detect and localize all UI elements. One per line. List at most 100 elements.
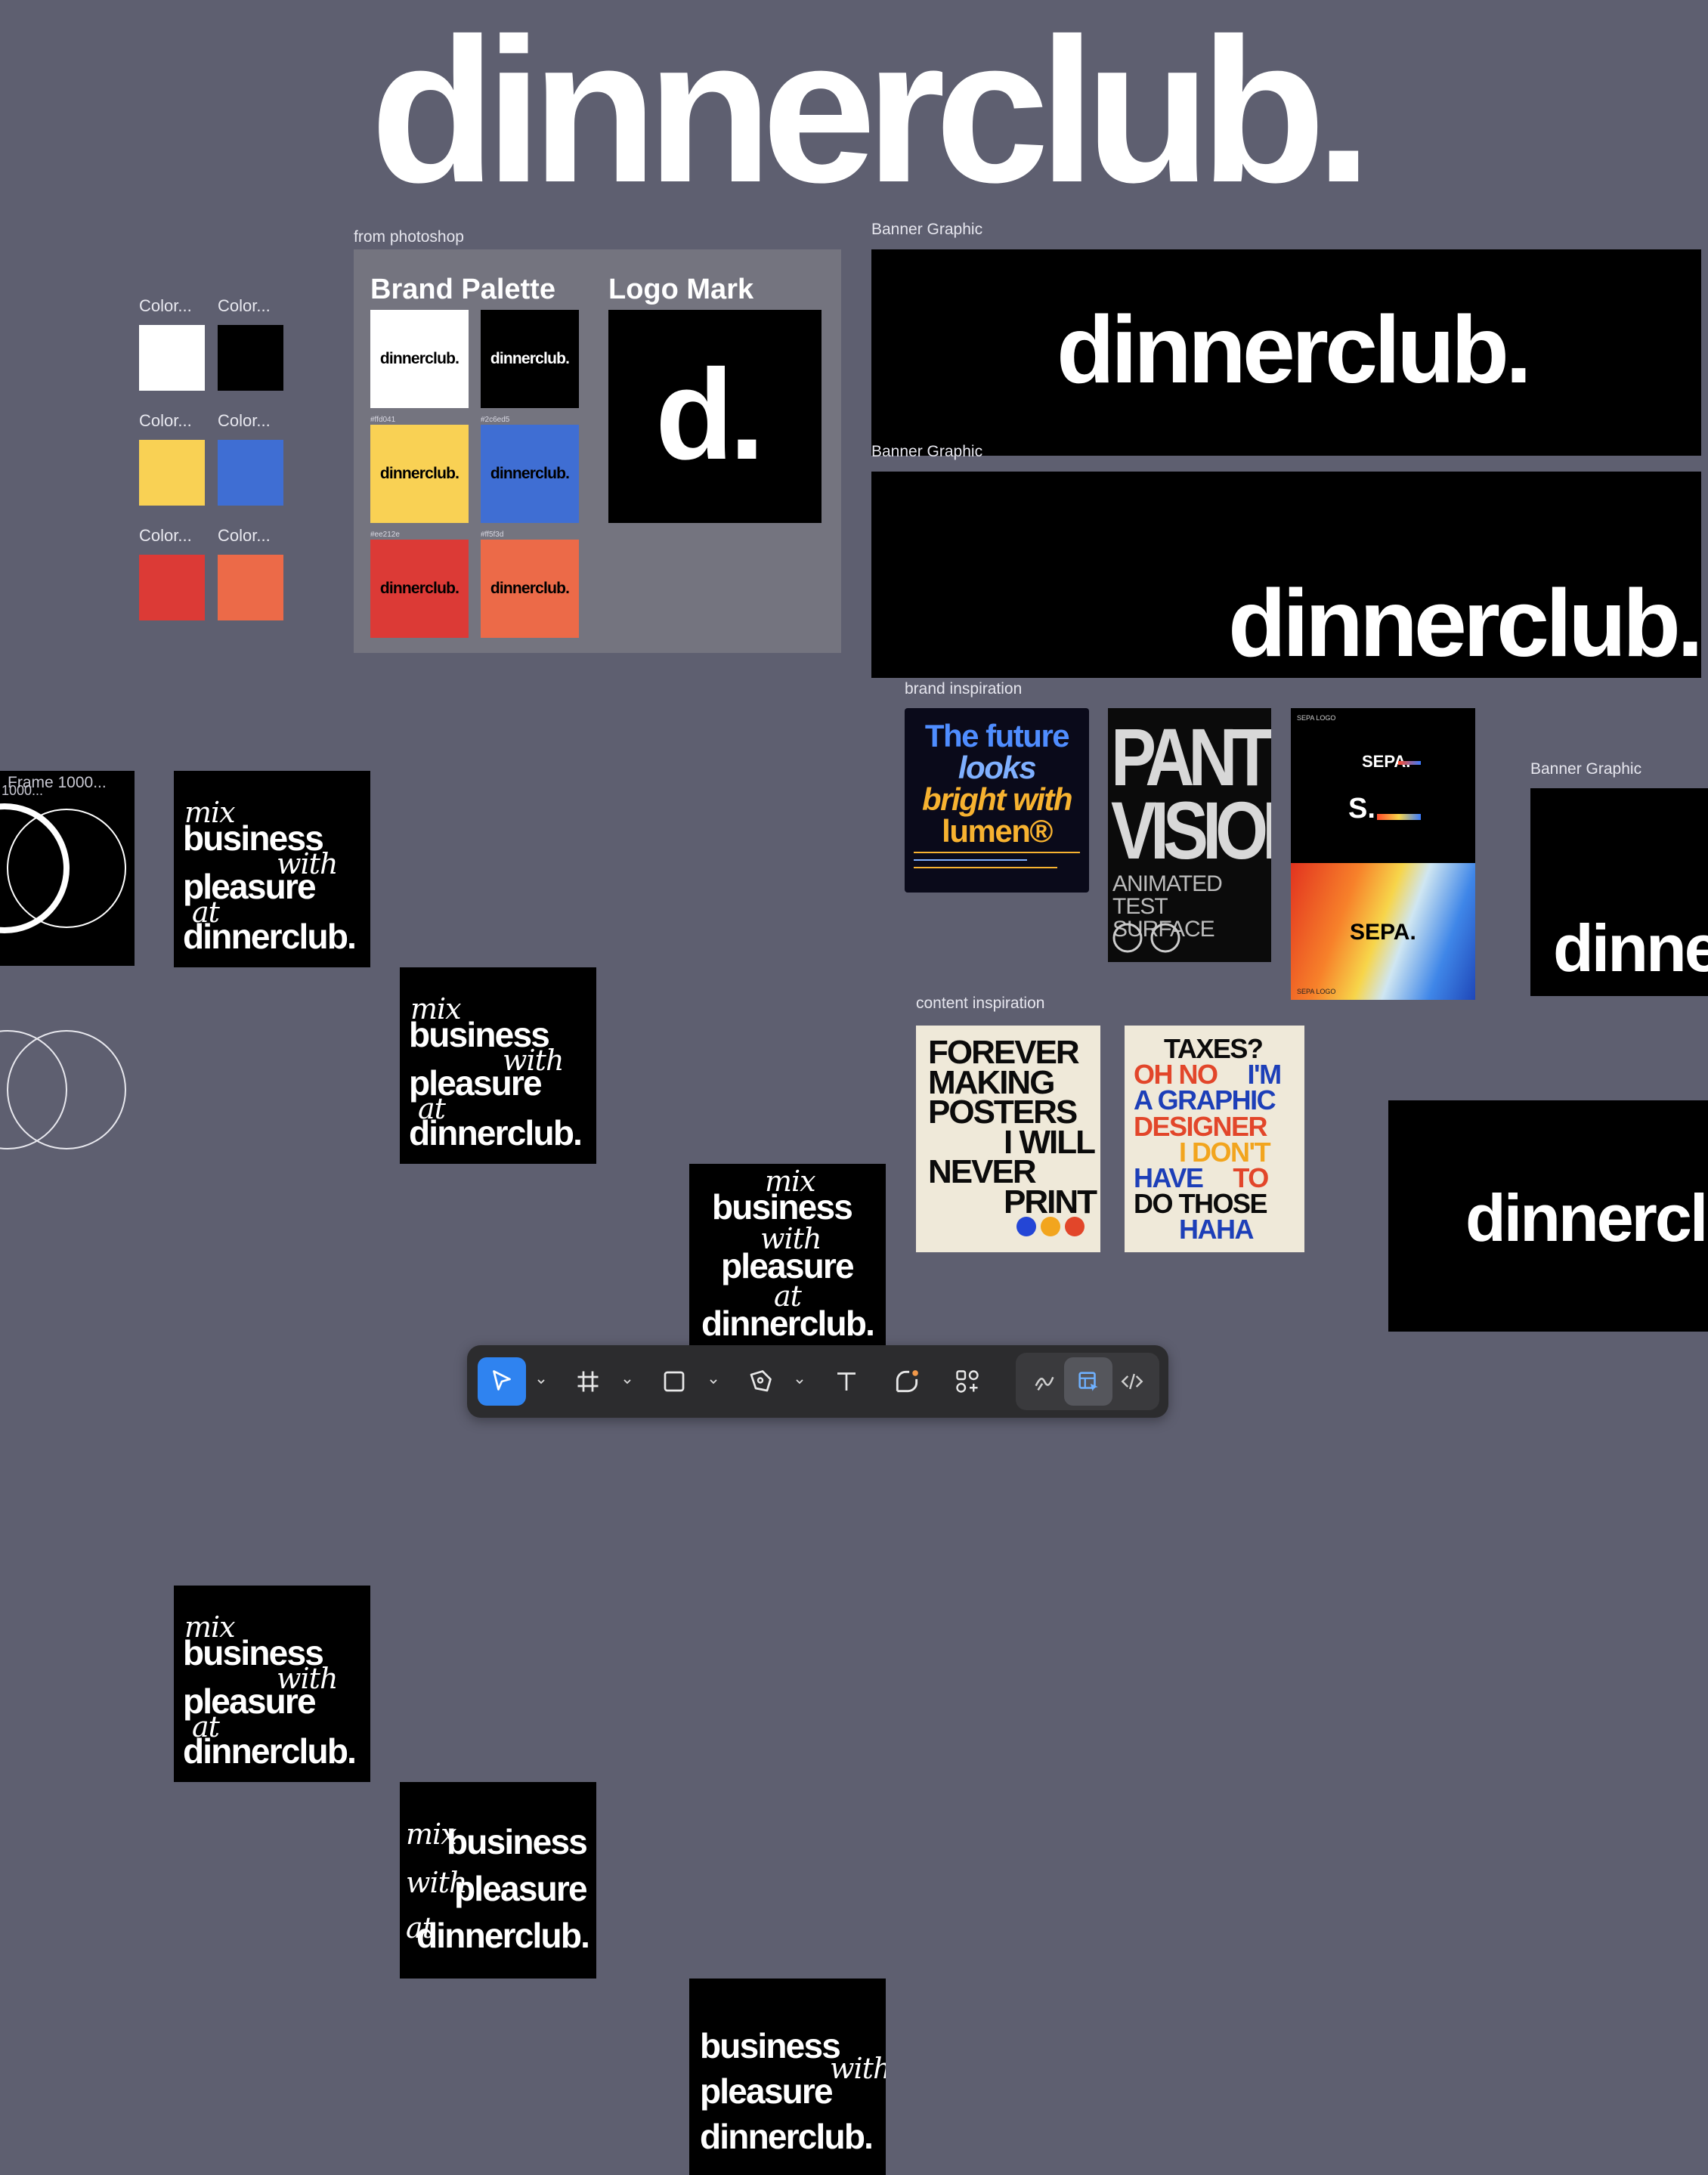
poster-word-with: with (830, 2052, 886, 2085)
logo-mark-title: Logo Mark (608, 274, 754, 305)
poster-word-pleasure: pleasure (700, 2071, 834, 2111)
chevron-down-icon[interactable] (535, 1375, 547, 1388)
poster-mix-business-centered[interactable]: mix business with pleasure at dinnerclub… (689, 1164, 886, 1360)
comment-tool-button[interactable] (883, 1357, 931, 1406)
banner-graphic-2[interactable]: dinnerclub. (871, 472, 1701, 678)
brand-palette-title: Brand Palette (370, 274, 555, 305)
mode-toggle-group (1016, 1353, 1159, 1410)
bottom-toolbar (467, 1345, 1168, 1418)
panter-line: VISION (1111, 786, 1271, 877)
move-tool-button[interactable] (478, 1357, 526, 1406)
overlapping-circles-icon (0, 803, 126, 933)
poster-mix-business-3[interactable]: mix business with pleasure at dinnerclub… (174, 1586, 370, 1782)
design-mode-button[interactable] (1064, 1357, 1112, 1406)
frame-label-banner-graphic[interactable]: Banner Graphic (1530, 760, 1641, 778)
frame-label-from-photoshop[interactable]: from photoshop (354, 228, 464, 246)
palette-tile-yellow[interactable]: dinnerclub. (370, 425, 469, 523)
banner-wordmark-partial: dinnerclu (1465, 1180, 1708, 1255)
sepa-small-label: SEPA LOGO (1297, 714, 1336, 722)
swatch-label: Color... (218, 411, 271, 430)
inspiration-sepa-poster[interactable]: SEPA LOGO SEPA. S. SEPA. SEPA LOGO (1291, 708, 1475, 1000)
poster-word-dinnerclub: dinnerclub. (701, 1304, 875, 1343)
taxes-line: I DON'T (1179, 1136, 1271, 1168)
hex-label: #ff5f3d (481, 531, 504, 539)
banner-wordmark: dinnerclub. (1228, 570, 1701, 676)
frame-label-frame-1000-sub: 1000... (2, 783, 44, 798)
hex-label: #ffd041 (370, 416, 396, 424)
forever-line: POSTERS (928, 1094, 1078, 1131)
layout-design-icon (1078, 1372, 1098, 1391)
palette-tile-black[interactable]: dinnerclub. (481, 310, 579, 408)
inspiration-taxes-poster[interactable]: TAXES? OH NO I'M A GRAPHIC DESIGNER I DON… (1125, 1026, 1304, 1252)
hex-label: #2c6ed5 (481, 416, 510, 424)
forever-line: FOREVER (928, 1034, 1080, 1071)
lumen-line: looks (958, 750, 1037, 785)
poster-mix-business-1[interactable]: mix business with pleasure at dinnerclub… (174, 771, 370, 967)
pen-tool-button[interactable] (736, 1357, 784, 1406)
chevron-down-icon[interactable] (794, 1375, 806, 1388)
color-swatch-blue[interactable] (218, 440, 283, 506)
logo-mark-tile[interactable]: d. (608, 310, 822, 523)
banner-graphic-3[interactable]: dinne (1530, 788, 1708, 996)
color-swatch-black[interactable] (218, 325, 283, 391)
from-photoshop-frame[interactable]: Brand Palette Logo Mark dinnerclub. dinn… (354, 249, 841, 653)
lumen-line: lumen® (942, 813, 1053, 849)
banner-wordmark: dinnerclub. (1057, 296, 1532, 403)
code-brackets-icon (1121, 1373, 1143, 1390)
text-tool-button[interactable] (822, 1357, 871, 1406)
poster-word-dinnerclub: dinnerclub. (416, 1916, 590, 1955)
taxes-line: TAXES? (1164, 1033, 1264, 1064)
frame-hash-icon (577, 1371, 599, 1392)
inspiration-forever-poster[interactable]: FOREVER MAKING POSTERS I WILL NEVER PRIN… (916, 1026, 1100, 1252)
frame-tool-button[interactable] (564, 1357, 612, 1406)
poster-business-pleasure[interactable]: business with pleasure dinnerclub. (689, 1979, 886, 2175)
hex-label: #ee212e (370, 531, 400, 539)
chevron-down-icon[interactable] (621, 1375, 633, 1388)
poster-word-dinnerclub: dinnerclub. (183, 1731, 357, 1771)
swatch-label: Color... (139, 296, 192, 315)
frame-label-banner-graphic[interactable]: Banner Graphic (871, 443, 982, 461)
inspiration-lumen-poster[interactable]: The future looks bright with lumen® (905, 708, 1089, 893)
poster-word-business: business (700, 2026, 841, 2065)
actions-button[interactable] (943, 1357, 992, 1406)
color-swatch-red[interactable] (139, 555, 205, 620)
pen-nib-icon (750, 1370, 772, 1392)
frame-label-banner-graphic[interactable]: Banner Graphic (871, 221, 982, 239)
hero-title: dinnerclub. (370, 0, 1372, 225)
swatch-label: Color... (218, 526, 271, 545)
palette-tile-orange[interactable]: dinnerclub. (481, 540, 579, 638)
frame-label-brand-inspiration[interactable]: brand inspiration (905, 680, 1022, 698)
color-swatch-orange[interactable] (218, 555, 283, 620)
color-swatch-yellow[interactable] (139, 440, 205, 506)
palette-tile-red[interactable]: dinnerclub. (370, 540, 469, 638)
banner-graphic-1[interactable]: dinnerclub. (871, 249, 1701, 456)
text-t-icon (837, 1372, 856, 1391)
taxes-line: DESIGNER (1134, 1110, 1268, 1142)
frame-1000-partial[interactable] (0, 771, 135, 966)
poster-mix-business-2[interactable]: mix business with pleasure at dinnerclub… (400, 967, 596, 1164)
outline-circles-icon (0, 1030, 126, 1149)
palette-tile-white[interactable]: dinnerclub. (370, 310, 469, 408)
shapes-icon (1016, 1217, 1085, 1236)
lumen-line: bright with (921, 781, 1073, 817)
swatch-label: Color... (139, 411, 192, 430)
taxes-line: HAHA (1179, 1214, 1254, 1245)
chevron-down-icon[interactable] (707, 1375, 719, 1388)
taxes-line: A GRAPHIC (1134, 1084, 1276, 1116)
palette-tile-blue[interactable]: dinnerclub. (481, 425, 579, 523)
banner-graphic-4[interactable]: dinnerclu (1388, 1100, 1708, 1332)
poster-word-business: business (447, 1822, 588, 1861)
swatch-label: Color... (139, 526, 192, 545)
swatch-label: Color... (218, 296, 271, 315)
taxes-line: DO THOSE (1134, 1188, 1268, 1220)
rectangle-tool-button[interactable] (650, 1357, 698, 1406)
dev-mode-button[interactable] (1108, 1357, 1156, 1406)
inspiration-panter-poster[interactable]: PANTER VISION ANIMATED TEST SURFACE (1108, 708, 1271, 962)
frame-label-content-inspiration[interactable]: content inspiration (916, 995, 1044, 1013)
color-swatch-white[interactable] (139, 325, 205, 391)
sepa-s: S. (1348, 793, 1375, 825)
poster-word-pleasure: pleasure (721, 1246, 855, 1286)
logo-mark-text: d. (655, 343, 765, 487)
draw-mode-button[interactable] (1020, 1357, 1069, 1406)
poster-mix-business-inline[interactable]: mix business with pleasure at dinnerclub… (400, 1782, 596, 1979)
